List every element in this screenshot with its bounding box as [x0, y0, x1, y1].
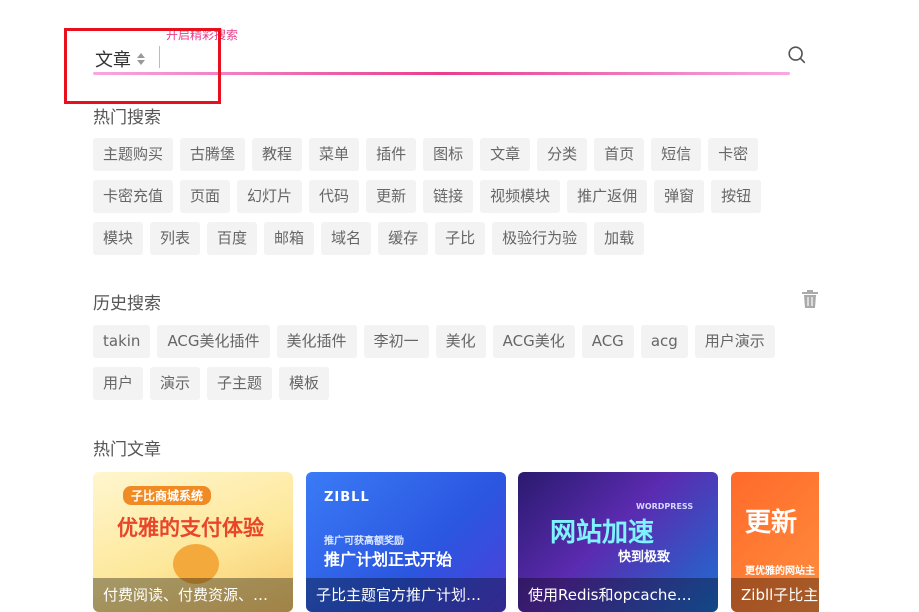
search-tag[interactable]: 按钮: [711, 180, 762, 213]
search-tag[interactable]: ACG美化: [492, 325, 575, 358]
article-card[interactable]: 子比商城系统 优雅的支付体验 付费阅读、付费资源、…: [93, 472, 293, 612]
search-input[interactable]: [159, 46, 759, 68]
hot-search-title: 热门搜索: [93, 108, 161, 128]
card-art-main: 优雅的支付体验: [117, 516, 264, 540]
search-tag[interactable]: 极验行为验: [492, 222, 588, 255]
card-art-main: 更新: [745, 508, 798, 538]
search-tag[interactable]: 域名: [321, 222, 372, 255]
search-tag[interactable]: 子比: [435, 222, 486, 255]
search-tag[interactable]: 百度: [207, 222, 258, 255]
article-title[interactable]: 使用Redis和opcache…: [518, 578, 718, 612]
card-art-top: WORDPRESS: [636, 502, 694, 511]
search-tag[interactable]: 邮箱: [264, 222, 315, 255]
article-title[interactable]: 子比主题官方推广计划…: [306, 578, 506, 612]
card-art-top: 子比商城系统: [123, 486, 212, 505]
tag-row: 主题购买 古腾堡 教程 菜单 插件 图标 文章 分类 首页 短信 卡密: [93, 138, 823, 171]
search-tag[interactable]: 主题购买: [93, 138, 174, 171]
tag-row: takin ACG美化插件 美化插件 李初一 美化 ACG美化 ACG acg 用户演示: [93, 325, 823, 358]
search-tag[interactable]: 推广返佣: [567, 180, 648, 213]
search-tag[interactable]: 短信: [651, 138, 702, 171]
history-search-title: 历史搜索: [93, 294, 161, 314]
history-search-tags: takin ACG美化插件 美化插件 李初一 美化 ACG美化 ACG acg 用户演示 用户 演示…: [93, 325, 823, 409]
highlight-annotation-box: [64, 28, 221, 104]
search-tag[interactable]: 页面: [180, 180, 231, 213]
search-tag[interactable]: 古腾堡: [180, 138, 246, 171]
search-tag[interactable]: 美化插件: [276, 325, 357, 358]
search-tag[interactable]: 李初一: [363, 325, 429, 358]
search-tag[interactable]: ACG: [581, 325, 634, 358]
search-tag[interactable]: 演示: [150, 367, 201, 400]
search-tag[interactable]: 教程: [252, 138, 303, 171]
search-tag[interactable]: 分类: [537, 138, 588, 171]
search-tag[interactable]: 幻灯片: [237, 180, 303, 213]
search-tag[interactable]: 用户: [93, 367, 144, 400]
card-art-main: 推广计划正式开始: [324, 550, 453, 569]
search-tag[interactable]: 模板: [279, 367, 330, 400]
search-tag[interactable]: 列表: [150, 222, 201, 255]
search-tag[interactable]: 卡密: [708, 138, 759, 171]
search-tag[interactable]: 用户演示: [694, 325, 775, 358]
article-card[interactable]: WORDPRESS 网站加速 快到极致 使用Redis和opcache…: [518, 472, 718, 612]
hot-articles-list: 子比商城系统 优雅的支付体验 付费阅读、付费资源、… ZIBLL 推广可获高额奖…: [93, 472, 819, 612]
search-tag[interactable]: 视频模块: [480, 180, 561, 213]
article-title[interactable]: Zibll子比主: [731, 578, 819, 612]
search-tag[interactable]: 图标: [423, 138, 474, 171]
article-card[interactable]: ZIBLL 推广可获高额奖励 推广计划正式开始 子比主题官方推广计划…: [306, 472, 506, 612]
search-tag[interactable]: 更新: [366, 180, 417, 213]
search-tag[interactable]: 链接: [423, 180, 474, 213]
search-tag[interactable]: 美化: [435, 325, 486, 358]
hot-articles-title: 热门文章: [93, 440, 161, 460]
search-icon[interactable]: [786, 44, 808, 66]
card-art-sub: 快到极致: [618, 550, 671, 565]
search-tag[interactable]: ACG美化插件: [157, 325, 270, 358]
tag-row: 用户 演示 子主题 模板: [93, 367, 823, 400]
card-art-main: 网站加速: [550, 518, 655, 548]
search-tag[interactable]: 子主题: [207, 367, 273, 400]
trash-icon[interactable]: [801, 289, 819, 309]
search-tag[interactable]: 模块: [93, 222, 144, 255]
search-tag[interactable]: 加载: [594, 222, 645, 255]
search-tag[interactable]: 首页: [594, 138, 645, 171]
search-tag[interactable]: 卡密充值: [93, 180, 174, 213]
card-art-sub: 更优雅的网站主: [745, 566, 815, 577]
hot-search-tags: 主题购买 古腾堡 教程 菜单 插件 图标 文章 分类 首页 短信 卡密 卡密充值 页面 幻灯片 代码 更新 链接…: [93, 138, 823, 264]
search-tag[interactable]: takin: [93, 325, 151, 358]
article-title[interactable]: 付费阅读、付费资源、…: [93, 578, 293, 612]
search-tag[interactable]: 插件: [366, 138, 417, 171]
card-art-top: ZIBLL: [324, 490, 370, 505]
tag-row: 模块 列表 百度 邮箱 域名 缓存 子比 极验行为验 加载: [93, 222, 823, 255]
search-tag[interactable]: 文章: [480, 138, 531, 171]
card-art-sub: 推广可获高额奖励: [324, 536, 404, 547]
search-tag[interactable]: 弹窗: [654, 180, 705, 213]
search-tag[interactable]: 菜单: [309, 138, 360, 171]
search-tag[interactable]: 代码: [309, 180, 360, 213]
search-page: 开启精彩搜索 文章 热门搜索 主题购买 古腾堡 教程 菜单 插件 图标 文章 分类 首页 短信 卡密…: [0, 0, 919, 612]
article-card[interactable]: 更新 更优雅的网站主 Zibll子比主: [731, 472, 819, 612]
search-tag[interactable]: acg: [640, 325, 688, 358]
tag-row: 卡密充值 页面 幻灯片 代码 更新 链接 视频模块 推广返佣 弹窗 按钮: [93, 180, 823, 213]
search-tag[interactable]: 缓存: [378, 222, 429, 255]
